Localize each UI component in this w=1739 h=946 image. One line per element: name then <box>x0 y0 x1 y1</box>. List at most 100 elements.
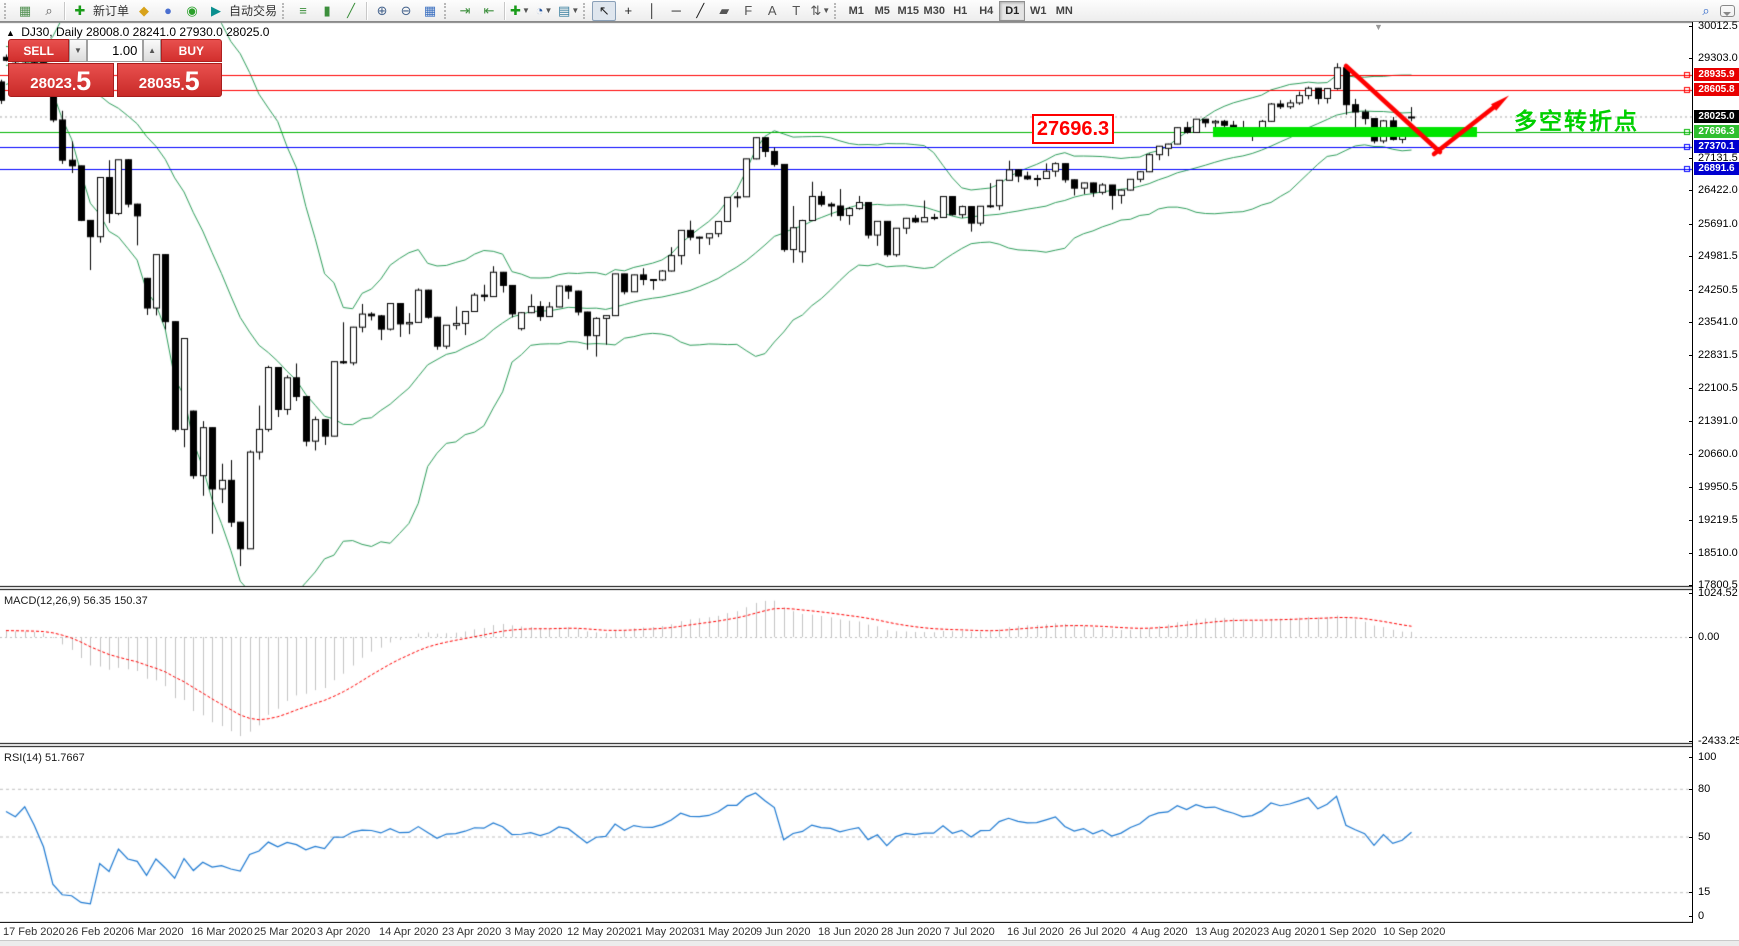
date-axis[interactable]: 17 Feb 2020 26 Feb 2020 6 Mar 2020 16 Mar 2… <box>0 923 1739 940</box>
axis-tick-mark <box>1689 837 1693 838</box>
volume-input[interactable]: 1.00 <box>86 39 144 62</box>
date-tick-label: 25 Mar 2020 <box>254 926 316 938</box>
pivot-price-callout[interactable]: 27696.3 <box>1032 114 1114 144</box>
quotes-icon[interactable]: ◆ <box>132 1 156 21</box>
indicators-icon[interactable]: ✚ ▼ <box>508 1 532 21</box>
bar-chart-icon[interactable]: ≡ <box>291 1 315 21</box>
date-tick-label: 23 Aug 2020 <box>1257 926 1319 938</box>
chart-window: ▲ DJ30, Daily 28008.0 28241.0 27930.0 28… <box>0 20 1739 946</box>
profiles-icon[interactable]: ⌕ <box>37 1 61 21</box>
vertical-line-icon[interactable]: │ <box>640 1 664 21</box>
axis-tick-mark <box>1689 388 1693 389</box>
price-tick-label: 19219.5 <box>1698 514 1738 526</box>
new-order-button[interactable]: ✚ <box>68 1 92 21</box>
new-order-label[interactable]: 新订单 <box>93 2 129 19</box>
candlestick-chart-icon[interactable]: ▮ <box>315 1 339 21</box>
toolbar-grip <box>444 2 451 19</box>
timeframe-m15-button[interactable]: M15 <box>895 1 921 21</box>
date-tick-label: 23 Apr 2020 <box>442 926 502 938</box>
axis-tick-mark <box>1689 789 1693 790</box>
date-tick-label: 21 May 2020 <box>630 926 694 938</box>
arrows-icon[interactable]: ⇅ ▼ <box>808 1 832 21</box>
toolbar-grip <box>834 2 841 19</box>
zoom-in-icon[interactable]: ⊕ <box>370 1 394 21</box>
crosshair-icon[interactable]: + <box>616 1 640 21</box>
equidistant-channel-icon[interactable]: ▰ <box>712 1 736 21</box>
timeframe-h4-button[interactable]: H4 <box>973 1 999 21</box>
one-click-trading-panel: SELL ▼ 1.00 ▲ BUY 28023. 5 28035. 5 <box>8 39 222 97</box>
fibonacci-icon[interactable]: F <box>736 1 760 21</box>
price-axis[interactable]: 30012.5 29303.0 27131.5 26422.0 25691.0 24981… <box>1689 20 1739 923</box>
pivot-text-label[interactable]: 多空转折点 <box>1514 102 1639 136</box>
sell-price-dec: 5 <box>76 66 92 96</box>
chart-shift-marker-icon[interactable]: ▼ <box>1374 22 1383 32</box>
axis-tick-mark <box>1689 290 1693 291</box>
sell-button[interactable]: SELL <box>8 39 70 62</box>
axis-tick-mark <box>1689 520 1693 521</box>
zoom-out-icon[interactable]: ⊖ <box>394 1 418 21</box>
timeframe-h1-button[interactable]: H1 <box>947 1 973 21</box>
search-icon[interactable]: ⌕ <box>1694 1 1718 21</box>
axis-tick-mark <box>1689 585 1693 586</box>
axis-tick-mark <box>1689 355 1693 356</box>
new-chart-icon[interactable]: ▦ <box>13 1 37 21</box>
date-tick-label: 28 Jun 2020 <box>881 926 942 938</box>
buy-price-display[interactable]: 28035. 5 <box>116 63 222 97</box>
macd-tick-label: 0.00 <box>1698 631 1720 643</box>
price-tick-label: 25691.0 <box>1698 218 1738 230</box>
date-tick-label: 4 Aug 2020 <box>1132 926 1188 938</box>
autotrading-button[interactable]: ▶ <box>204 1 228 21</box>
timeframe-m1-button[interactable]: M1 <box>843 1 869 21</box>
mt4-window: ▦ ⌕ ✚ 新订单 ◆ ● ◉ ▶ 自动交易 ≡ ▮ ╱ ⊕ ⊖ ▦ ⇥ ⇤ ✚ ▼ ◔ ▼ ▤ ▼ ↖ + │ ─ ╱ ▰ F A T ⇅ ▼ M… <box>0 0 1739 946</box>
date-tick-label: 14 Apr 2020 <box>379 926 439 938</box>
axis-tick-mark <box>1689 322 1693 323</box>
chat-icon[interactable] <box>1720 4 1735 17</box>
templates-icon[interactable]: ▤ ▼ <box>556 1 581 21</box>
buy-button[interactable]: BUY <box>160 39 222 62</box>
tile-windows-icon[interactable]: ▦ <box>418 1 442 21</box>
axis-tick-mark <box>1689 757 1693 758</box>
collapse-panel-icon[interactable]: ▲ <box>6 28 15 38</box>
text-icon[interactable]: A <box>760 1 784 21</box>
price-tick-label: 24981.5 <box>1698 250 1738 262</box>
price-tick-label: 20660.0 <box>1698 448 1738 460</box>
toolbar-grip <box>583 2 590 19</box>
axis-tick-mark <box>1689 741 1693 742</box>
chart-shift-icon[interactable]: ⇤ <box>477 1 501 21</box>
axis-tick-mark <box>1689 224 1693 225</box>
periods-icon[interactable]: ◔ ▼ <box>532 1 556 21</box>
axis-tick-mark <box>1689 256 1693 257</box>
volume-down-button[interactable]: ▼ <box>69 39 87 62</box>
rsi-tick-label: 0 <box>1698 910 1705 922</box>
date-tick-label: 13 Aug 2020 <box>1195 926 1257 938</box>
line-chart-icon[interactable]: ╱ <box>339 1 363 21</box>
axis-tick-mark <box>1689 916 1693 917</box>
date-tick-label: 6 Mar 2020 <box>128 926 184 938</box>
price-tick-label: 22831.5 <box>1698 349 1738 361</box>
volume-up-button[interactable]: ▲ <box>143 39 161 62</box>
autotrading-label[interactable]: 自动交易 <box>229 2 277 19</box>
trendline-icon[interactable]: ╱ <box>688 1 712 21</box>
date-tick-label: 10 Sep 2020 <box>1383 926 1446 938</box>
timeframe-mn-button[interactable]: MN <box>1051 1 1077 21</box>
date-tick-label: 26 Jul 2020 <box>1069 926 1126 938</box>
label-icon[interactable]: T <box>784 1 808 21</box>
cursor-icon[interactable]: ↖ <box>592 0 617 21</box>
toolbar-grip <box>282 2 289 19</box>
price-tick-label: 19950.5 <box>1698 481 1738 493</box>
macd-indicator-label: MACD(12,26,9) 56.35 150.37 <box>4 595 148 607</box>
accounts-icon[interactable]: ● <box>156 1 180 21</box>
timeframe-m30-button[interactable]: M30 <box>921 1 947 21</box>
auto-scroll-icon[interactable]: ⇥ <box>453 1 477 21</box>
timeframe-d1-button[interactable]: D1 <box>999 0 1026 21</box>
sell-price-int: 28023 <box>30 75 72 92</box>
signals-icon[interactable]: ◉ <box>180 1 204 21</box>
chart-canvas[interactable] <box>0 22 1692 923</box>
rsi-indicator-label: RSI(14) 51.7667 <box>4 752 85 764</box>
timeframe-w1-button[interactable]: W1 <box>1025 1 1051 21</box>
sell-price-display[interactable]: 28023. 5 <box>8 63 114 97</box>
date-tick-label: 3 Apr 2020 <box>317 926 371 938</box>
price-tick-label: 29303.0 <box>1698 52 1738 64</box>
horizontal-line-icon[interactable]: ─ <box>664 1 688 21</box>
timeframe-m5-button[interactable]: M5 <box>869 1 895 21</box>
